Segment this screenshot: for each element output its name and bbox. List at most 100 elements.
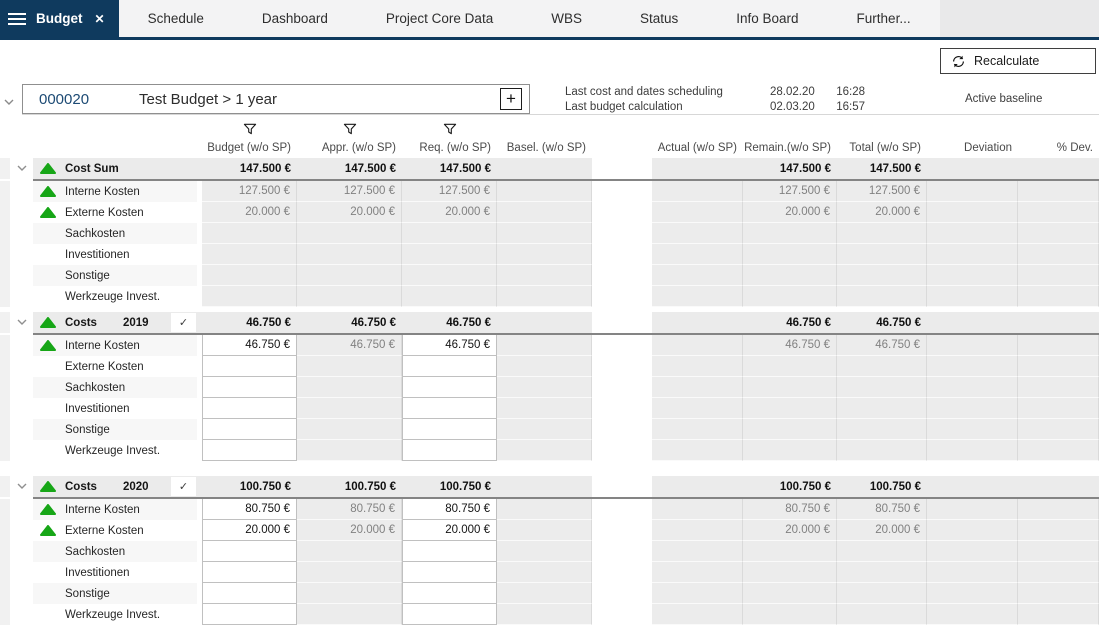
cell-deviation — [927, 223, 1018, 244]
row-label-cell: Sonstige — [33, 419, 197, 440]
cell-req: 127.500 € — [402, 181, 497, 202]
group-total-remain: 147.500 € — [743, 158, 837, 179]
filter-icon-budget[interactable] — [243, 122, 256, 140]
cell-pdev — [1018, 499, 1099, 520]
info-label: Last budget calculation — [565, 101, 770, 113]
recalculate-label: Recalculate — [974, 54, 1039, 68]
pane-divider — [592, 562, 652, 583]
cell-pdev — [1018, 398, 1099, 419]
cell-req[interactable] — [402, 419, 497, 440]
add-project-button[interactable]: + — [500, 88, 522, 110]
tab-info-board[interactable]: Info Board — [707, 0, 827, 37]
cell-req[interactable] — [402, 356, 497, 377]
cell-remain — [743, 265, 837, 286]
pane-divider — [592, 499, 652, 520]
group-total-budget: 147.500 € — [202, 158, 297, 179]
row-rail — [0, 476, 10, 497]
row-rail — [0, 520, 10, 541]
cell-req[interactable] — [402, 583, 497, 604]
cell-budget[interactable] — [202, 562, 297, 583]
cell-deviation — [927, 265, 1018, 286]
cell-budget[interactable]: 46.750 € — [202, 335, 297, 356]
group-label-cell: Costs2020✓ — [33, 476, 197, 497]
cell-budget[interactable] — [202, 377, 297, 398]
row-indent — [10, 541, 33, 562]
group-total-req: 147.500 € — [402, 158, 497, 179]
row-label-cell: Investitionen — [33, 244, 197, 265]
cell-budget[interactable]: 80.750 € — [202, 499, 297, 520]
cell-budget[interactable] — [202, 541, 297, 562]
column-header-deviation: Deviation — [927, 118, 1018, 157]
cell-budget[interactable] — [202, 356, 297, 377]
cell-budget[interactable] — [202, 419, 297, 440]
pane-divider — [592, 604, 652, 625]
cell-remain — [743, 244, 837, 265]
cell-req[interactable] — [402, 541, 497, 562]
cell-budget[interactable] — [202, 398, 297, 419]
project-selector[interactable]: 000020 Test Budget > 1 year + — [22, 84, 530, 114]
row-label: Interne Kosten — [65, 504, 140, 516]
cell-req[interactable]: 80.750 € — [402, 499, 497, 520]
cell-total — [837, 265, 927, 286]
tab-budget[interactable]: Budget ✕ — [0, 0, 119, 37]
cell-basel — [497, 223, 592, 244]
year-checkbox[interactable]: ✓ — [171, 477, 196, 496]
tab-status[interactable]: Status — [611, 0, 707, 37]
cell-deviation — [927, 604, 1018, 625]
cell-req[interactable] — [402, 604, 497, 625]
group-total-appr: 100.750 € — [297, 476, 402, 497]
project-collapse-icon[interactable] — [4, 93, 14, 111]
pane-divider — [592, 335, 652, 356]
tab-project-core-data[interactable]: Project Core Data — [357, 0, 522, 37]
cost-row: Sachkosten — [0, 223, 1099, 244]
cell-req[interactable] — [402, 377, 497, 398]
row-label-cell: Externe Kosten — [33, 520, 197, 541]
row-indent — [10, 223, 33, 244]
filter-icon-appr[interactable] — [343, 122, 356, 140]
group-label-cell: Costs2019✓ — [33, 312, 197, 333]
cell-pdev — [1018, 265, 1099, 286]
tab-wbs[interactable]: WBS — [522, 0, 611, 37]
cell-req[interactable]: 20.000 € — [402, 520, 497, 541]
menu-icon[interactable] — [8, 13, 26, 25]
cell-budget[interactable]: 20.000 € — [202, 520, 297, 541]
row-label: Werkzeuge Invest. — [65, 609, 160, 621]
recalculate-button[interactable]: Recalculate — [940, 48, 1096, 74]
cell-pdev — [1018, 286, 1099, 307]
group-label: Cost Sum — [65, 163, 119, 175]
cell-pdev — [1018, 202, 1099, 223]
cell-basel — [497, 244, 592, 265]
tab-dashboard[interactable]: Dashboard — [233, 0, 357, 37]
cost-row: Interne Kosten80.750 €80.750 €80.750 €80… — [0, 499, 1099, 520]
cell-deviation — [927, 286, 1018, 307]
cell-budget[interactable] — [202, 604, 297, 625]
close-tab-icon[interactable]: ✕ — [95, 12, 105, 26]
row-rail — [0, 583, 10, 604]
collapse-group-control[interactable] — [10, 476, 33, 497]
cell-actual — [652, 286, 743, 307]
collapse-group-control[interactable] — [10, 312, 33, 333]
tab-further[interactable]: Further... — [828, 0, 940, 37]
chevron-down-icon — [17, 483, 27, 490]
cell-req[interactable] — [402, 398, 497, 419]
row-indent — [10, 398, 33, 419]
cell-req — [402, 286, 497, 307]
cell-basel — [497, 265, 592, 286]
cost-row: Sonstige — [0, 265, 1099, 286]
group-total-deviation — [927, 158, 1018, 179]
cell-deviation — [927, 181, 1018, 202]
collapse-group-control[interactable] — [10, 158, 33, 179]
filter-icon-req[interactable] — [443, 122, 456, 140]
cell-budget[interactable] — [202, 583, 297, 604]
cell-req[interactable] — [402, 562, 497, 583]
cell-budget[interactable] — [202, 440, 297, 461]
cell-total — [837, 377, 927, 398]
pane-divider — [592, 398, 652, 419]
tab-schedule[interactable]: Schedule — [119, 0, 233, 37]
year-checkbox[interactable]: ✓ — [171, 313, 196, 332]
pane-divider — [592, 223, 652, 244]
row-rail — [0, 244, 10, 265]
cell-req[interactable]: 46.750 € — [402, 335, 497, 356]
cell-budget: 20.000 € — [202, 202, 297, 223]
cell-req[interactable] — [402, 440, 497, 461]
